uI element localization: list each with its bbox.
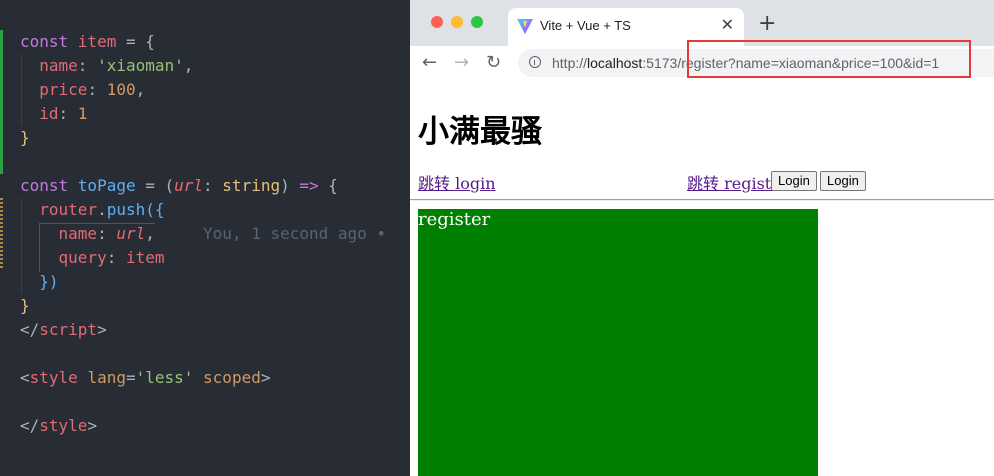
code-token: router	[20, 200, 98, 219]
code-token: style	[29, 368, 88, 387]
code-token: </	[20, 416, 40, 435]
page-heading: 小满最骚	[418, 114, 542, 150]
code-line: <style lang='less' scoped>	[20, 366, 270, 390]
code-line: const item = {	[20, 30, 155, 54]
code-token: :	[58, 104, 78, 123]
forward-arrow-icon[interactable]: →	[454, 52, 469, 74]
url-scheme: http://	[552, 55, 588, 71]
code-token: =	[125, 368, 136, 387]
code-token: )	[280, 176, 300, 195]
tab-title: Vite + Vue + TS	[540, 18, 631, 33]
login-link[interactable]: 跳转 login	[418, 170, 496, 194]
code-token: =>	[299, 176, 319, 195]
code-line: price: 100,	[20, 78, 145, 102]
code-token: }	[20, 296, 30, 315]
code-token: = {	[116, 32, 155, 51]
code-token: 1	[77, 104, 88, 123]
close-tab-icon[interactable]: ✕	[721, 15, 734, 34]
divider	[410, 199, 994, 201]
minimize-window-button[interactable]	[451, 16, 463, 28]
site-info-icon[interactable]	[529, 56, 541, 68]
code-token: :	[106, 248, 126, 267]
code-token: url	[116, 224, 146, 243]
code-token: const	[20, 176, 78, 195]
code-token: :	[203, 176, 223, 195]
page-content: 小满最骚 跳转 login 跳转 register Login Login re…	[410, 80, 994, 476]
code-token: lang	[87, 368, 126, 387]
code-line: }	[20, 126, 30, 150]
code-token: item	[125, 248, 165, 267]
reload-icon[interactable]: ↻	[486, 52, 501, 74]
git-added-gutter	[0, 30, 3, 174]
code-token: ({	[145, 200, 165, 219]
code-token: })	[20, 272, 59, 291]
code-token: 'xiaoman'	[97, 56, 184, 75]
code-token: 100	[106, 80, 136, 99]
code-token: string	[222, 176, 281, 195]
url-host: localhost	[587, 55, 643, 71]
code-line: id: 1	[20, 102, 87, 126]
code-token: <	[20, 368, 30, 387]
code-line: </style>	[20, 414, 97, 438]
code-token: :	[87, 80, 107, 99]
code-editor[interactable]: const item = { name: 'xiaoman', price: 1…	[0, 0, 410, 476]
code-token: query	[20, 248, 107, 267]
code-token: toPage	[77, 176, 136, 195]
code-token: ,	[183, 56, 194, 75]
code-line: name: url, You, 1 second ago •	[20, 222, 396, 246]
code-token: </	[20, 320, 40, 339]
code-token: :	[77, 56, 98, 75]
code-line: })	[20, 270, 59, 294]
code-line: </script>	[20, 318, 107, 342]
maximize-window-button[interactable]	[471, 16, 483, 28]
code-token: = (	[135, 176, 175, 195]
close-window-button[interactable]	[431, 16, 443, 28]
vite-logo-icon	[517, 19, 533, 34]
code-line: query: item	[20, 246, 165, 270]
code-token: ,	[145, 224, 155, 243]
code-token: push	[106, 200, 146, 219]
code-token: >	[97, 320, 107, 339]
code-token: style	[39, 416, 88, 435]
code-token: }	[20, 128, 30, 147]
code-token: scoped	[193, 368, 261, 387]
code-token: price	[20, 80, 88, 99]
code-line: const toPage = (url: string) => {	[20, 174, 338, 198]
browser-window: Vite + Vue + TS ✕ + ← → ↻ http://localho…	[410, 0, 994, 476]
code-token: .	[97, 200, 107, 219]
new-tab-button[interactable]: +	[758, 12, 776, 36]
code-token: {	[318, 176, 338, 195]
code-token: url	[174, 176, 204, 195]
login-button[interactable]: Login	[771, 171, 817, 191]
code-token: name	[20, 56, 78, 75]
code-line: name: 'xiaoman',	[20, 54, 193, 78]
code-token: name	[20, 224, 98, 243]
login-button-2[interactable]: Login	[820, 171, 866, 191]
code-token: const	[20, 32, 78, 51]
code-token: item	[77, 32, 117, 51]
code-token: 'less'	[135, 368, 194, 387]
url-highlight-box	[687, 40, 971, 78]
code-token: You, 1 second ago •	[154, 224, 396, 243]
code-line: router.push({	[20, 198, 165, 222]
code-token: script	[39, 320, 98, 339]
code-token: >	[260, 368, 271, 387]
code-token: id	[20, 104, 59, 123]
git-modified-gutter	[0, 198, 3, 270]
code-token: :	[97, 224, 117, 243]
router-view: register	[418, 209, 818, 476]
code-line: }	[20, 294, 30, 318]
code-token: >	[87, 416, 98, 435]
code-token: ,	[135, 80, 146, 99]
back-arrow-icon[interactable]: ←	[422, 52, 437, 74]
router-view-text: register	[418, 209, 491, 230]
